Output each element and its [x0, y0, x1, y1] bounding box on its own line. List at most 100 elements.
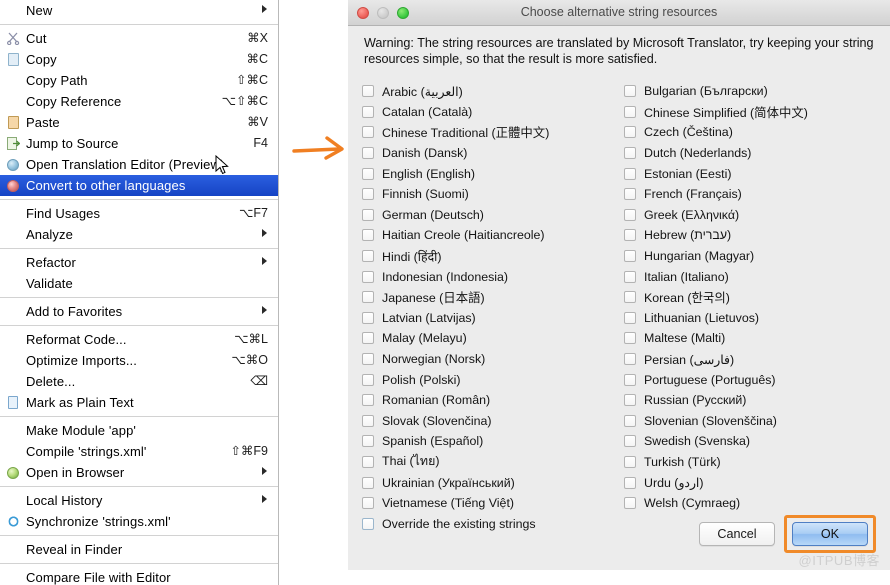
language-option[interactable]: Estonian (Eesti): [624, 163, 886, 184]
language-checkbox[interactable]: [362, 415, 374, 427]
menu-item-delete[interactable]: Delete...⌫: [0, 371, 278, 392]
menu-item-add-to-favorites[interactable]: Add to Favorites: [0, 301, 278, 322]
menu-item-open-translation-editor-preview[interactable]: Open Translation Editor (Preview): [0, 154, 278, 175]
language-checkbox[interactable]: [624, 312, 636, 324]
language-option[interactable]: Hindi (हिंदी): [362, 246, 624, 267]
language-option[interactable]: Welsh (Cymraeg): [624, 493, 886, 514]
menu-item-paste[interactable]: Paste⌘V: [0, 112, 278, 133]
language-checkbox[interactable]: [362, 312, 374, 324]
menu-item-compare-file-with-editor[interactable]: Compare File with Editor: [0, 567, 278, 585]
language-checkbox[interactable]: [362, 374, 374, 386]
language-checkbox[interactable]: [624, 456, 636, 468]
language-checkbox[interactable]: [362, 188, 374, 200]
language-checkbox[interactable]: [362, 394, 374, 406]
language-checkbox[interactable]: [624, 147, 636, 159]
language-option[interactable]: Haitian Creole (Haitiancreole): [362, 225, 624, 246]
language-option[interactable]: Finnish (Suomi): [362, 184, 624, 205]
language-checkbox[interactable]: [362, 332, 374, 344]
language-checkbox[interactable]: [624, 188, 636, 200]
language-option[interactable]: Indonesian (Indonesia): [362, 266, 624, 287]
menu-item-optimize-imports[interactable]: Optimize Imports...⌥⌘O: [0, 350, 278, 371]
language-option[interactable]: Catalan (Català): [362, 102, 624, 123]
menu-item-mark-as-plain-text[interactable]: Mark as Plain Text: [0, 392, 278, 413]
language-option[interactable]: Vietnamese (Tiếng Việt): [362, 493, 624, 514]
language-option[interactable]: Urdu (اردو): [624, 472, 886, 493]
menu-item-synchronize-strings-xml[interactable]: Synchronize 'strings.xml': [0, 511, 278, 532]
menu-item-copy[interactable]: Copy⌘C: [0, 49, 278, 70]
language-checkbox[interactable]: [624, 271, 636, 283]
language-checkbox[interactable]: [362, 126, 374, 138]
language-option[interactable]: French (Français): [624, 184, 886, 205]
language-option[interactable]: Ukrainian (Український): [362, 472, 624, 493]
language-checkbox[interactable]: [624, 250, 636, 262]
language-option[interactable]: Maltese (Malti): [624, 328, 886, 349]
language-checkbox[interactable]: [362, 250, 374, 262]
language-option[interactable]: Korean (한국의): [624, 287, 886, 308]
menu-item-reformat-code[interactable]: Reformat Code...⌥⌘L: [0, 329, 278, 350]
menu-item-jump-to-source[interactable]: Jump to SourceF4: [0, 133, 278, 154]
language-option[interactable]: Portuguese (Português): [624, 369, 886, 390]
language-checkbox[interactable]: [624, 209, 636, 221]
language-checkbox[interactable]: [362, 147, 374, 159]
language-option[interactable]: Chinese Traditional (正體中文): [362, 122, 624, 143]
language-checkbox[interactable]: [624, 126, 636, 138]
language-checkbox[interactable]: [624, 497, 636, 509]
language-option[interactable]: Spanish (Español): [362, 431, 624, 452]
language-checkbox[interactable]: [624, 477, 636, 489]
ok-button[interactable]: OK: [792, 522, 868, 546]
language-checkbox[interactable]: [624, 353, 636, 365]
language-checkbox[interactable]: [362, 106, 374, 118]
language-option[interactable]: Russian (Русский): [624, 390, 886, 411]
language-checkbox[interactable]: [362, 497, 374, 509]
language-checkbox[interactable]: [362, 477, 374, 489]
language-checkbox[interactable]: [362, 353, 374, 365]
menu-item-new[interactable]: New: [0, 0, 278, 21]
language-option[interactable]: Japanese (日本語): [362, 287, 624, 308]
language-option[interactable]: Hebrew (עברית): [624, 225, 886, 246]
language-option[interactable]: English (English): [362, 163, 624, 184]
language-checkbox[interactable]: [624, 291, 636, 303]
menu-item-make-module-app[interactable]: Make Module 'app': [0, 420, 278, 441]
language-option[interactable]: Italian (Italiano): [624, 266, 886, 287]
menu-item-copy-path[interactable]: Copy Path⇧⌘C: [0, 70, 278, 91]
override-checkbox[interactable]: [362, 518, 374, 530]
language-option[interactable]: German (Deutsch): [362, 205, 624, 226]
language-option[interactable]: Chinese Simplified (简体中文): [624, 102, 886, 123]
language-option[interactable]: Malay (Melayu): [362, 328, 624, 349]
language-option[interactable]: Greek (Ελληνικά): [624, 205, 886, 226]
menu-item-cut[interactable]: Cut⌘X: [0, 28, 278, 49]
language-option[interactable]: Polish (Polski): [362, 369, 624, 390]
menu-item-reveal-in-finder[interactable]: Reveal in Finder: [0, 539, 278, 560]
language-checkbox[interactable]: [624, 394, 636, 406]
language-option[interactable]: Swedish (Svenska): [624, 431, 886, 452]
menu-item-validate[interactable]: Validate: [0, 273, 278, 294]
menu-item-refactor[interactable]: Refactor: [0, 252, 278, 273]
cancel-button[interactable]: Cancel: [699, 522, 775, 546]
language-checkbox[interactable]: [362, 271, 374, 283]
menu-item-compile-strings-xml[interactable]: Compile 'strings.xml'⇧⌘F9: [0, 441, 278, 462]
menu-item-copy-reference[interactable]: Copy Reference⌥⇧⌘C: [0, 91, 278, 112]
language-checkbox[interactable]: [362, 209, 374, 221]
language-checkbox[interactable]: [624, 332, 636, 344]
menu-item-open-in-browser[interactable]: Open in Browser: [0, 462, 278, 483]
language-checkbox[interactable]: [362, 85, 374, 97]
menu-item-convert-to-other-languages[interactable]: Convert to other languages: [0, 175, 278, 196]
language-option[interactable]: Thai (ไทย): [362, 452, 624, 473]
language-option[interactable]: Latvian (Latvijas): [362, 308, 624, 329]
menu-item-find-usages[interactable]: Find Usages⌥F7: [0, 203, 278, 224]
menu-item-local-history[interactable]: Local History: [0, 490, 278, 511]
language-checkbox[interactable]: [624, 85, 636, 97]
language-option[interactable]: Bulgarian (Български): [624, 81, 886, 102]
language-option[interactable]: Romanian (Român): [362, 390, 624, 411]
language-option[interactable]: Arabic (العربية): [362, 81, 624, 102]
language-checkbox[interactable]: [362, 229, 374, 241]
language-checkbox[interactable]: [362, 291, 374, 303]
language-checkbox[interactable]: [362, 456, 374, 468]
language-checkbox[interactable]: [624, 374, 636, 386]
language-option[interactable]: Slovenian (Slovenščina): [624, 411, 886, 432]
language-checkbox[interactable]: [624, 229, 636, 241]
language-checkbox[interactable]: [362, 435, 374, 447]
language-option[interactable]: Lithuanian (Lietuvos): [624, 308, 886, 329]
language-option[interactable]: Danish (Dansk): [362, 143, 624, 164]
language-option[interactable]: Dutch (Nederlands): [624, 143, 886, 164]
